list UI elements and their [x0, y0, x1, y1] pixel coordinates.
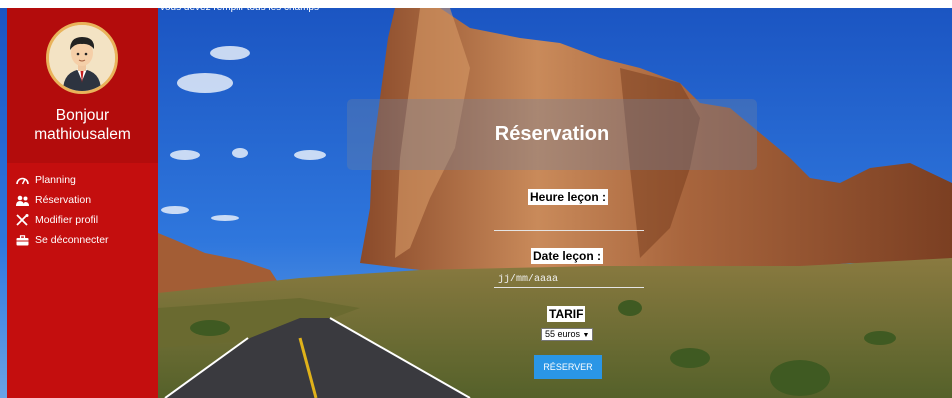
sidebar-item-label: Planning [35, 174, 76, 186]
greeting-hello: Bonjour [55, 107, 110, 124]
validation-warning: vous devez remplir tous les champs [160, 2, 319, 13]
tools-icon [15, 214, 29, 226]
sidebar-nav: Planning Réservation Modifier profil Se … [15, 170, 109, 250]
avatar [46, 22, 118, 94]
date-label: Date leçon : [531, 248, 604, 264]
greeting: Bonjour mathiousalem [7, 106, 158, 144]
date-input[interactable] [494, 271, 644, 288]
page-title: Réservation [494, 123, 610, 145]
briefcase-icon [15, 234, 29, 246]
users-icon [15, 194, 29, 206]
heure-input[interactable] [494, 214, 644, 231]
sidebar-item-se-deconnecter[interactable]: Se déconnecter [15, 230, 109, 250]
profile-panel: Bonjour mathiousalem [7, 8, 158, 163]
tarif-label: TARIF [547, 306, 586, 322]
sidebar: Bonjour mathiousalem Planning Réservatio… [7, 8, 158, 398]
heure-label: Heure leçon : [528, 189, 609, 205]
username: mathiousalem [34, 126, 131, 143]
sidebar-item-label: Réservation [35, 194, 92, 206]
sidebar-item-label: Modifier profil [35, 214, 99, 226]
tarif-selected-value: 55 euros [545, 329, 581, 339]
sidebar-item-reservation[interactable]: Réservation [15, 190, 109, 210]
sidebar-item-planning[interactable]: Planning [15, 170, 109, 190]
chevron-down-icon: ▼ [582, 332, 590, 339]
tarif-select[interactable]: 55 euros ▼ [541, 328, 594, 341]
reserver-button[interactable]: RÉSERVER [534, 355, 602, 379]
sidebar-item-modifier-profil[interactable]: Modifier profil [15, 210, 109, 230]
sidebar-item-label: Se déconnecter [35, 234, 109, 246]
speedometer-icon [15, 174, 29, 186]
